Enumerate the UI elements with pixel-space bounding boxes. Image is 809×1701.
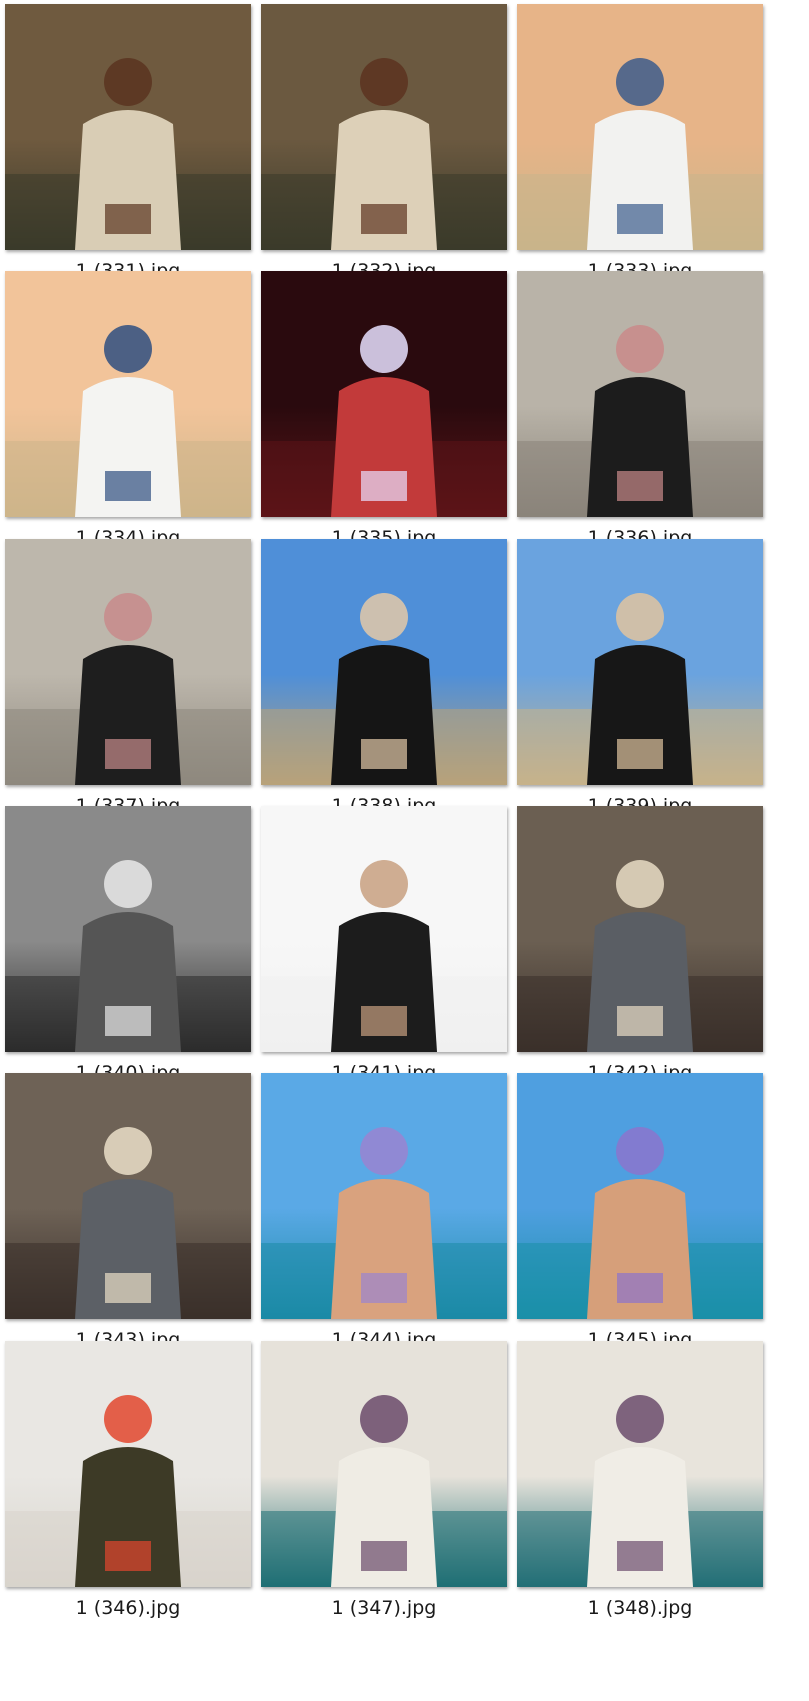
file-name-label: 1 (347).jpg — [331, 1597, 437, 1619]
photo-thumbnail-icon[interactable] — [517, 1341, 763, 1587]
file-tile[interactable]: 1 (347).jpg — [261, 1341, 507, 1629]
file-tile[interactable]: 1 (348).jpg — [517, 1341, 763, 1629]
photo-thumbnail-icon[interactable] — [517, 539, 763, 785]
photo-thumbnail-icon[interactable] — [261, 1073, 507, 1319]
photo-thumbnail-icon[interactable] — [5, 806, 251, 1052]
photo-thumbnail-icon[interactable] — [261, 1341, 507, 1587]
photo-thumbnail-icon[interactable] — [517, 271, 763, 517]
file-tile[interactable]: 1 (340).jpg — [5, 806, 251, 1094]
photo-thumbnail-icon[interactable] — [5, 1341, 251, 1587]
photo-thumbnail-icon[interactable] — [517, 4, 763, 250]
file-tile[interactable]: 1 (332).jpg — [261, 4, 507, 292]
file-tile[interactable]: 1 (333).jpg — [517, 4, 763, 292]
photo-thumbnail-icon[interactable] — [5, 1073, 251, 1319]
photo-thumbnail-icon[interactable] — [261, 806, 507, 1052]
photo-thumbnail-icon[interactable] — [5, 271, 251, 517]
file-tile[interactable]: 1 (343).jpg — [5, 1073, 251, 1361]
file-tile[interactable]: 1 (341).jpg — [261, 806, 507, 1094]
file-tile[interactable]: 1 (344).jpg — [261, 1073, 507, 1361]
file-tile[interactable]: 1 (334).jpg — [5, 271, 251, 559]
file-thumbnail-grid: 1 (331).jpg1 (332).jpg1 (333).jpg 1 (334)… — [0, 0, 809, 1701]
photo-thumbnail-icon[interactable] — [261, 271, 507, 517]
file-tile[interactable]: 1 (338).jpg — [261, 539, 507, 827]
photo-thumbnail-icon[interactable] — [517, 806, 763, 1052]
file-tile[interactable]: 1 (342).jpg — [517, 806, 763, 1094]
file-tile[interactable]: 1 (331).jpg — [5, 4, 251, 292]
file-name-label: 1 (346).jpg — [75, 1597, 181, 1619]
photo-thumbnail-icon[interactable] — [5, 4, 251, 250]
photo-thumbnail-icon[interactable] — [5, 539, 251, 785]
file-tile[interactable]: 1 (337).jpg — [5, 539, 251, 827]
photo-thumbnail-icon[interactable] — [517, 1073, 763, 1319]
file-tile[interactable]: 1 (335).jpg — [261, 271, 507, 559]
file-name-label: 1 (348).jpg — [587, 1597, 693, 1619]
file-tile[interactable]: 1 (345).jpg — [517, 1073, 763, 1361]
file-tile[interactable]: 1 (346).jpg — [5, 1341, 251, 1629]
photo-thumbnail-icon[interactable] — [261, 539, 507, 785]
file-tile[interactable]: 1 (339).jpg — [517, 539, 763, 827]
file-tile[interactable]: 1 (336).jpg — [517, 271, 763, 559]
photo-thumbnail-icon[interactable] — [261, 4, 507, 250]
